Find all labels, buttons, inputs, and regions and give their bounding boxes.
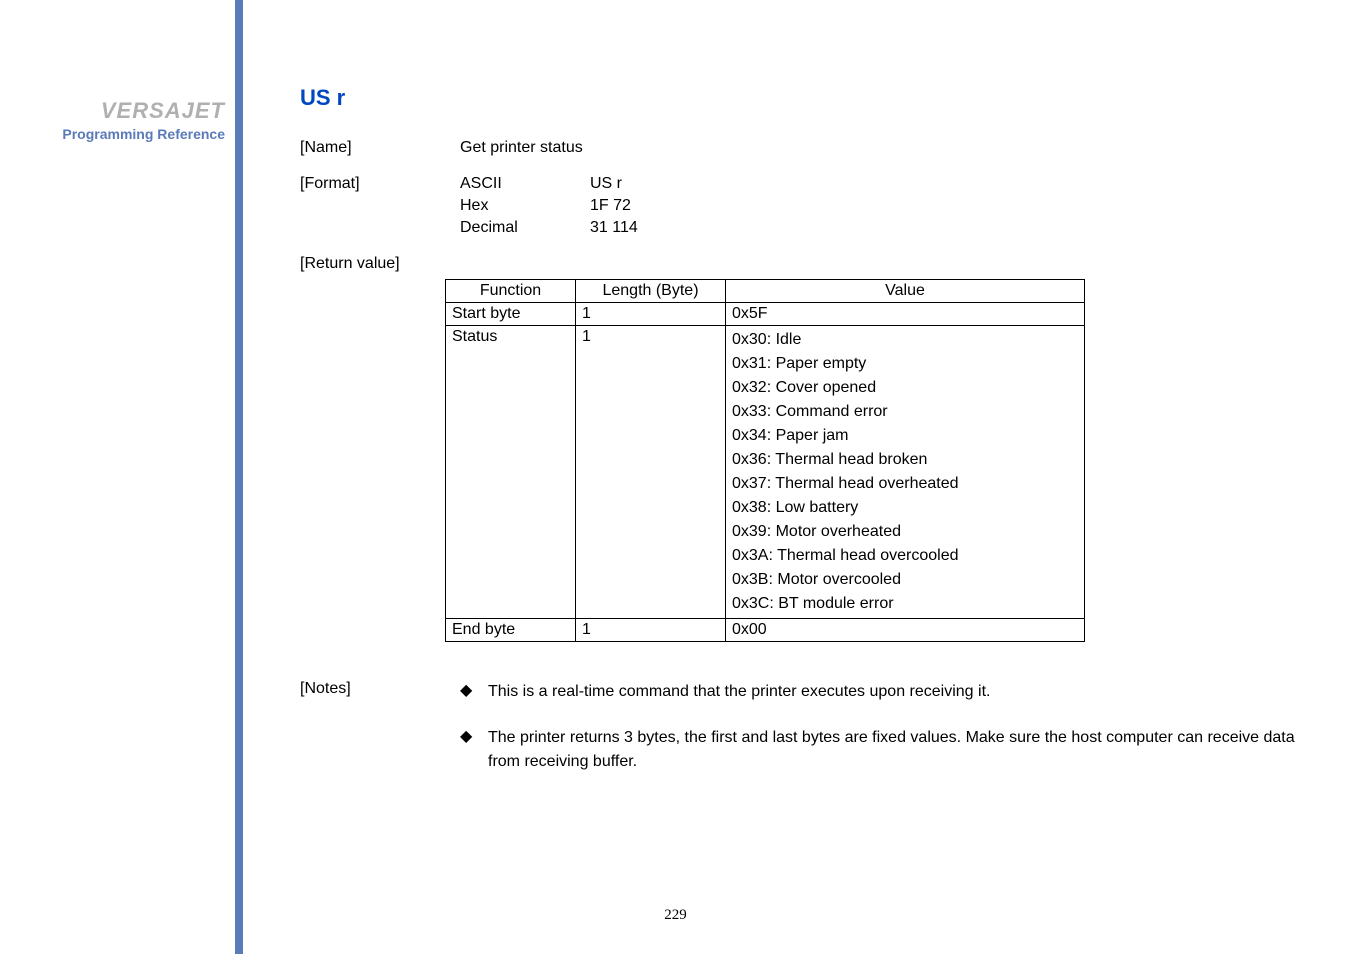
- sidebar: VERSAJET Programming Reference: [0, 0, 235, 954]
- status-value-line: 0x33: Command error: [732, 400, 1078, 424]
- format-encoding: Hex: [460, 197, 590, 215]
- format-grid: ASCII US r Hex 1F 72 Decimal 31 114: [460, 175, 1320, 237]
- note-item: ◆This is a real-time command that the pr…: [460, 680, 1320, 704]
- brand-label: VERSAJET: [101, 98, 225, 124]
- cell-function: Status: [446, 326, 576, 619]
- vertical-divider: [235, 0, 243, 954]
- diamond-bullet-icon: ◆: [460, 726, 488, 774]
- status-value-line: 0x3C: BT module error: [732, 592, 1078, 616]
- command-title: US r: [300, 85, 1320, 111]
- name-label: [Name]: [300, 139, 460, 157]
- format-value: 31 114: [590, 219, 710, 237]
- notes-body: ◆This is a real-time command that the pr…: [460, 680, 1320, 796]
- format-value: 1F 72: [590, 197, 710, 215]
- col-function: Function: [446, 280, 576, 303]
- notes-block: [Notes] ◆This is a real-time command tha…: [300, 680, 1320, 796]
- format-row: [Format] ASCII US r Hex 1F 72 Decimal 31…: [300, 175, 1320, 237]
- cell-length: 1: [576, 303, 726, 326]
- status-values-list: 0x30: Idle0x31: Paper empty0x32: Cover o…: [732, 328, 1078, 616]
- cell-length: 1: [576, 326, 726, 619]
- col-length: Length (Byte): [576, 280, 726, 303]
- notes-label: [Notes]: [300, 680, 460, 796]
- return-value-row: [Return value]: [300, 255, 1320, 273]
- cell-function: Start byte: [446, 303, 576, 326]
- status-value-line: 0x34: Paper jam: [732, 424, 1078, 448]
- note-text: This is a real-time command that the pri…: [488, 680, 1320, 704]
- table-header-row: Function Length (Byte) Value: [446, 280, 1085, 303]
- format-encoding: ASCII: [460, 175, 590, 193]
- page-number: 229: [664, 907, 687, 924]
- cell-value: 0x00: [726, 619, 1085, 642]
- diamond-bullet-icon: ◆: [460, 680, 488, 704]
- return-value-label: [Return value]: [300, 255, 460, 273]
- status-value-line: 0x31: Paper empty: [732, 352, 1078, 376]
- status-value-line: 0x3B: Motor overcooled: [732, 568, 1078, 592]
- cell-function: End byte: [446, 619, 576, 642]
- status-value-line: 0x39: Motor overheated: [732, 520, 1078, 544]
- format-label: [Format]: [300, 175, 460, 237]
- doc-subtitle: Programming Reference: [62, 126, 225, 142]
- format-value: US r: [590, 175, 710, 193]
- page-content: US r [Name] Get printer status [Format] …: [300, 85, 1320, 796]
- table-row: Status 1 0x30: Idle0x31: Paper empty0x32…: [446, 326, 1085, 619]
- name-value: Get printer status: [460, 139, 1320, 157]
- status-value-line: 0x38: Low battery: [732, 496, 1078, 520]
- col-value: Value: [726, 280, 1085, 303]
- name-row: [Name] Get printer status: [300, 139, 1320, 157]
- status-value-line: 0x32: Cover opened: [732, 376, 1078, 400]
- note-text: The printer returns 3 bytes, the first a…: [488, 726, 1320, 774]
- status-value-line: 0x30: Idle: [732, 328, 1078, 352]
- return-value-table: Function Length (Byte) Value Start byte …: [445, 279, 1085, 642]
- table-row: End byte 1 0x00: [446, 619, 1085, 642]
- format-encoding: Decimal: [460, 219, 590, 237]
- status-value-line: 0x3A: Thermal head overcooled: [732, 544, 1078, 568]
- cell-value: 0x5F: [726, 303, 1085, 326]
- note-item: ◆The printer returns 3 bytes, the first …: [460, 726, 1320, 774]
- status-value-line: 0x37: Thermal head overheated: [732, 472, 1078, 496]
- table-row: Start byte 1 0x5F: [446, 303, 1085, 326]
- cell-length: 1: [576, 619, 726, 642]
- cell-value: 0x30: Idle0x31: Paper empty0x32: Cover o…: [726, 326, 1085, 619]
- status-value-line: 0x36: Thermal head broken: [732, 448, 1078, 472]
